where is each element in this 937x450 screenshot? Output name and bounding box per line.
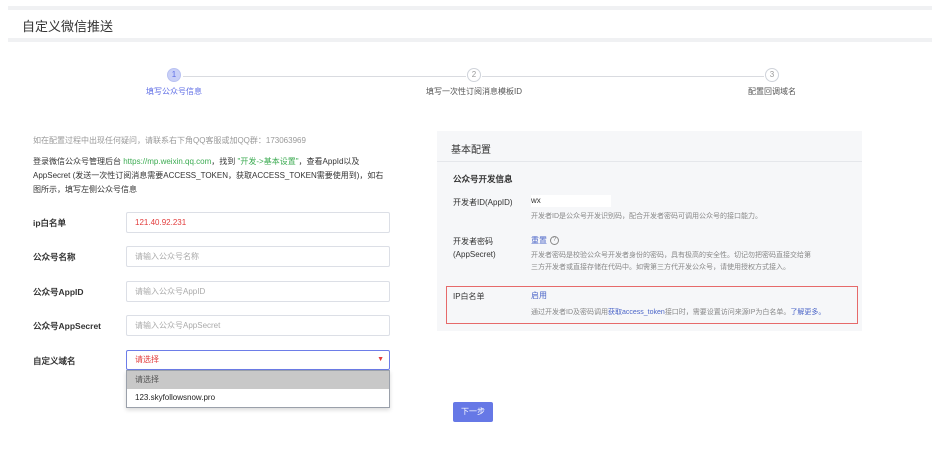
intro-line1-mid: ，找到 xyxy=(211,157,238,166)
step-2: 2 填写一次性订阅消息模板ID xyxy=(404,68,544,97)
step-1: 1 填写公众号信息 xyxy=(104,68,244,97)
title-divider xyxy=(8,38,932,42)
page-title: 自定义微信推送 xyxy=(22,19,114,34)
panel-whitelist-action: 启用 xyxy=(531,290,547,301)
top-strip xyxy=(8,6,932,10)
account-name-row: 公众号名称 请输入公众号名称 xyxy=(33,246,393,268)
intro-setting-path: "开发->基本设置" xyxy=(237,157,299,166)
panel-section-title: 公众号开发信息 xyxy=(453,174,513,184)
domain-select[interactable]: 请选择 ▼ xyxy=(126,350,390,370)
caret-down-icon: ▼ xyxy=(377,356,384,363)
ip-whitelist-input[interactable]: 121.40.92.231 xyxy=(126,212,390,233)
intro-section: 如在配置过程中出现任何疑问，请联系右下角QQ客服或加QQ群：173063969 … xyxy=(33,130,403,197)
panel-access-token-link[interactable]: 获取access_token xyxy=(608,309,665,316)
appsecret-row: 公众号AppSecret 请输入公众号AppSecret xyxy=(33,315,393,337)
appid-input[interactable]: 请输入公众号AppID xyxy=(126,281,390,302)
ip-whitelist-label: ip白名单 xyxy=(33,218,67,228)
intro-line1-prefix: 登录微信公众号管理后台 xyxy=(33,157,124,166)
intro-text: 登录微信公众号管理后台 https://mp.weixin.qq.com，找到 … xyxy=(33,155,403,197)
panel-secret-desc-line2: 三方开发者或直接存储在代码中。如需第三方代开发公众号，请使用授权方式接入。 xyxy=(531,264,790,271)
panel-secret-desc: 开发者密码是校验公众号开发者身份的密码，具有极高的安全性。切记勿把密码直接交给第… xyxy=(531,250,851,274)
step-3-label: 配置回调域名 xyxy=(748,87,796,96)
help-icon[interactable]: ? xyxy=(550,236,559,246)
panel-reset-link[interactable]: 重置 xyxy=(531,236,547,245)
account-name-input[interactable]: 请输入公众号名称 xyxy=(126,246,390,267)
appid-label: 公众号AppID xyxy=(33,287,84,297)
panel-secret-label-line2: (AppSecret) xyxy=(453,250,496,259)
intro-line2: AppSecret (发送一次性订阅消息需要ACCESS_TOKEN，获取ACC… xyxy=(33,171,384,180)
panel-whitelist-desc: 通过开发者ID及密码调用获取access_token接口时，需要设置访问来源IP… xyxy=(531,307,851,319)
panel-whitelist-desc-prefix: 通过开发者ID及密码调用 xyxy=(531,309,608,316)
step-3: 3 配置回调域名 xyxy=(702,68,842,97)
wechat-basic-config-panel: 基本配置 公众号开发信息 开发者ID(AppID) wx 开发者ID是公众号开发… xyxy=(437,131,862,331)
intro-line1-suffix: ，查看AppId以及 xyxy=(298,157,360,166)
panel-divider xyxy=(437,161,862,162)
panel-secret-label-line1: 开发者密码 xyxy=(453,237,493,246)
panel-secret-actions: 重置? xyxy=(531,235,559,246)
panel-secret-desc-line1: 开发者密码是校验公众号开发者身份的密码，具有极高的安全性。切记勿把密码直接交给第 xyxy=(531,252,811,259)
appsecret-label: 公众号AppSecret xyxy=(33,321,102,331)
step-2-circle: 2 xyxy=(467,68,481,82)
step-1-circle: 1 xyxy=(167,68,181,82)
mp-weixin-link[interactable]: https://mp.weixin.qq.com xyxy=(123,157,211,166)
appsecret-input[interactable]: 请输入公众号AppSecret xyxy=(126,315,390,336)
domain-selected-value: 请选择 xyxy=(135,355,159,364)
panel-appid-label: 开发者ID(AppID) xyxy=(453,198,513,207)
step-2-label: 填写一次性订阅消息模板ID xyxy=(426,87,522,96)
ip-whitelist-row: ip白名单 121.40.92.231 xyxy=(33,212,393,234)
domain-option[interactable]: 123.skyfollowsnow.pro xyxy=(127,389,389,407)
domain-label: 自定义域名 xyxy=(33,356,76,366)
panel-whitelist-desc-mid: 接口时，需要设置访问来源IP为白名单。 xyxy=(664,309,791,316)
step-3-circle: 3 xyxy=(765,68,779,82)
appid-row: 公众号AppID 请输入公众号AppID xyxy=(33,281,393,303)
panel-whitelist-label: IP白名单 xyxy=(453,292,485,301)
domain-dropdown: 请选择 123.skyfollowsnow.pro xyxy=(126,370,390,408)
account-name-label: 公众号名称 xyxy=(33,252,76,262)
panel-title: 基本配置 xyxy=(451,145,491,156)
domain-option[interactable]: 请选择 xyxy=(127,371,389,389)
panel-appid-desc: 开发者ID是公众号开发识别码，配合开发者密码可调用公众号的接口能力。 xyxy=(531,213,762,220)
panel-appid-value: wx xyxy=(531,195,611,207)
panel-secret-label: 开发者密码 (AppSecret) xyxy=(453,235,496,261)
ip-whitelist-highlight: IP白名单 启用 通过开发者ID及密码调用获取access_token接口时，需… xyxy=(446,286,858,324)
panel-learn-more-link[interactable]: 了解更多。 xyxy=(790,309,825,316)
intro-line3: 图所示，填写左侧公众号信息 xyxy=(33,185,137,194)
step-1-label: 填写公众号信息 xyxy=(146,87,202,96)
next-step-button[interactable]: 下一步 xyxy=(453,402,493,422)
domain-row: 自定义域名 请选择 ▼ 请选择 123.skyfollowsnow.pro xyxy=(33,350,393,410)
panel-whitelist-enable-link[interactable]: 启用 xyxy=(531,291,547,300)
support-tip: 如在配置过程中出现任何疑问，请联系右下角QQ客服或加QQ群：173063969 xyxy=(33,136,306,145)
